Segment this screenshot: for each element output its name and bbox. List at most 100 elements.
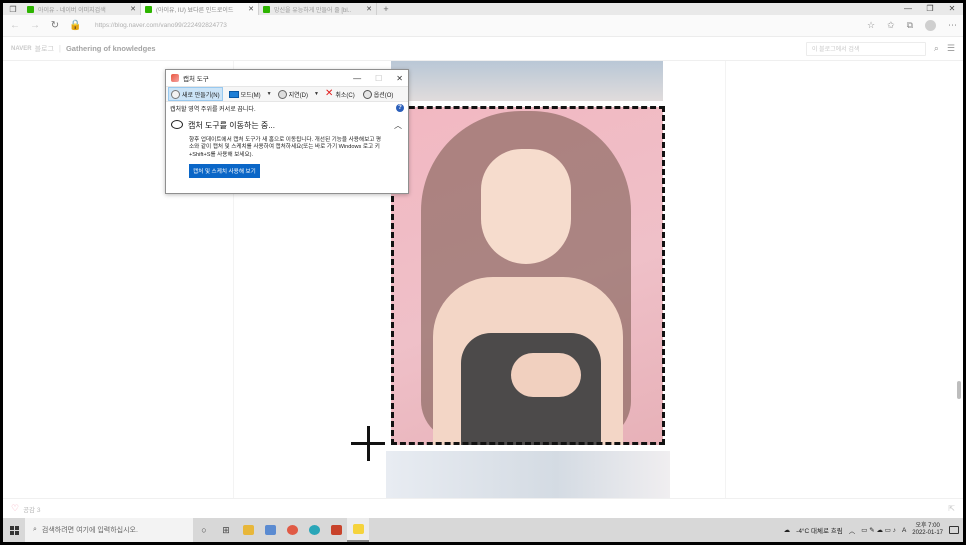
snip-hint-bar: 캡처할 영역 주위를 커서로 끕니다. ? [166,102,408,114]
options-icon [362,89,372,99]
weather-icon[interactable]: ☁ [784,526,791,534]
browser-tab-strip: ❐ 아이유 - 네이버 이미지검색 ✕ (아이유, IU) 뵤다른 인드로이드 … [3,3,963,15]
snipping-tool-icon [171,74,179,82]
new-snip-label: 새로 만들기(N) [182,92,220,99]
mode-button[interactable]: 모드(M) [227,87,263,101]
windows-taskbar: ⌕ 검색하려면 여기에 입력하십시오. ○ ⊞ ☁ -4°C 대체로 흐림 ︿ … [3,518,963,542]
share-icon[interactable]: ⇱ [948,504,955,513]
naver-logo[interactable]: NAVER [11,46,32,52]
blog-footer: ♡ 공감 3 ⇱ [3,498,963,518]
scrollbar-thumb[interactable] [957,381,961,399]
maximize-icon[interactable]: ❐ [919,3,941,15]
cortana-icon[interactable]: ○ [193,518,215,542]
blog-search-input[interactable]: 이 블로그에서 검색 [805,41,926,56]
delay-button[interactable]: 지연(D) [276,87,310,101]
more-icon[interactable]: ⋯ [948,20,957,31]
mode-label: 모드(M) [240,92,261,99]
snipping-tool-window: 캡처 도구 — ☐ ✕ 새로 만들기(N) 모드(M) ▼ 지연(D) ▼ ✕ … [165,69,409,194]
lock-icon[interactable]: 🔒 [69,20,81,31]
snip-notice: 캡처 도구를 이동하는 중... ︿ 향후 업데이트에서 캡처 도구가 새 홈으… [166,114,408,179]
cancel-label: 취소(C) [335,92,355,99]
address-bar: ← → ↻ 🔒 https://blog.naver.com/vano99/22… [3,15,963,37]
chrome-icon[interactable] [281,518,303,542]
divider: | [58,44,61,53]
post-image [386,451,670,498]
clock[interactable]: 오후 7:00 2022-01-17 [912,523,943,537]
blog-header: NAVER 블로그 | Gathering of knowledges 이 블로… [3,37,963,61]
options-button[interactable]: 옵션(O) [361,87,396,101]
delay-label: 지연(D) [288,92,308,99]
clock-time: 오후 7:00 [915,523,940,529]
post-image [391,61,663,101]
browser-tab[interactable]: 망신을 유능하게 만들어 줄 [bl.. ✕ [259,3,377,15]
system-tray: ☁ -4°C 대체로 흐림 ︿ ▭ ✎ ☁ ▭ ♪ A 오후 7:00 2022… [784,523,963,537]
chevron-up-icon[interactable]: ︿ [849,525,856,535]
like-count[interactable]: 공감 3 [23,504,40,514]
notice-body: 향후 업데이트에서 캡처 도구가 새 홈으로 이동됩니다. 개선된 기능을 사용… [189,137,382,158]
snip-hint-text: 캡처할 영역 주위를 커서로 끕니다. [170,106,256,113]
menu-icon[interactable]: ☰ [947,43,955,54]
naver-favicon-icon [263,5,270,13]
options-label: 옵션(O) [373,92,394,99]
search-icon: ⌕ [33,526,37,533]
refresh-icon[interactable]: ↻ [49,20,61,31]
heart-icon[interactable]: ♡ [11,503,19,514]
window-controls: — ❐ ✕ [897,3,963,15]
chevron-down-icon[interactable]: ▼ [267,91,272,97]
close-tab-icon[interactable]: ✕ [248,5,254,13]
powerpoint-icon[interactable] [325,518,347,542]
new-tab-button[interactable]: + [377,3,395,15]
try-snip-sketch-button[interactable]: 캡처 및 스케치 사용해 보기 [189,164,260,179]
tab-title: 아이유 - 네이버 이미지검색 [38,7,106,14]
naver-favicon-icon [145,5,152,13]
clock-icon [277,89,287,99]
crosshair-cursor-icon [367,426,370,461]
tray-icons[interactable]: ▭ ✎ ☁ ▭ ♪ [861,526,896,534]
column-divider [725,61,726,498]
close-icon[interactable]: ✕ [396,74,403,83]
naver-favicon-icon [27,5,34,13]
taskbar-search-input: 검색하려면 여기에 입력하십시오. [41,527,138,534]
forward-icon[interactable]: → [29,20,41,31]
file-explorer-icon[interactable] [237,518,259,542]
calendar-app-icon[interactable] [259,518,281,542]
ime-indicator[interactable]: A [902,527,906,534]
kakaotalk-icon[interactable] [347,518,369,542]
blog-title[interactable]: Gathering of knowledges [66,44,156,53]
browser-tab-active[interactable]: (아이유, IU) 뵤다른 인드로이드 ✕ [141,3,259,15]
snipping-tool-titlebar[interactable]: 캡처 도구 — ☐ ✕ [166,70,408,86]
blog-post-content [3,61,963,498]
new-snip-button[interactable]: 새로 만들기(N) [168,87,223,101]
favorites-icon[interactable]: ✩ [887,20,895,31]
cancel-button[interactable]: ✕ 취소(C) [323,87,357,101]
taskbar-search[interactable]: ⌕ 검색하려면 여기에 입력하십시오. [25,518,193,542]
windows-logo-icon [9,525,19,535]
minimize-icon[interactable]: — [897,3,919,15]
minimize-icon[interactable]: — [353,74,361,83]
blog-section-link[interactable]: 블로그 [35,44,54,54]
url-field[interactable]: https://blog.naver.com/vano99/2224928247… [95,22,227,29]
search-icon[interactable]: ⌕ [934,43,939,54]
clock-date: 2022-01-17 [912,530,943,536]
collapse-icon[interactable]: ︿ [394,120,402,131]
weather-text[interactable]: -4°C 대체로 흐림 [796,525,843,535]
edge-icon[interactable] [303,518,325,542]
collections-icon[interactable]: ⧉ [907,20,913,31]
back-icon[interactable]: ← [9,20,21,31]
notification-icon[interactable] [949,526,959,534]
close-tab-icon[interactable]: ✕ [130,5,136,13]
help-icon[interactable]: ? [396,104,404,112]
mode-icon [228,90,239,98]
chevron-down-icon[interactable]: ▼ [314,91,319,97]
close-window-icon[interactable]: ✕ [941,3,963,15]
maximize-icon: ☐ [375,73,383,83]
start-button[interactable] [3,525,25,535]
close-tab-icon[interactable]: ✕ [366,5,372,13]
tab-title: (아이유, IU) 뵤다른 인드로이드 [156,7,234,14]
snip-selection-rectangle[interactable] [391,106,665,445]
tab-actions-icon[interactable]: ❐ [3,3,23,15]
add-favorite-icon[interactable]: ☆ [867,20,875,31]
profile-avatar[interactable] [925,20,936,31]
task-view-icon[interactable]: ⊞ [215,518,237,542]
browser-tab[interactable]: 아이유 - 네이버 이미지검색 ✕ [23,3,141,15]
